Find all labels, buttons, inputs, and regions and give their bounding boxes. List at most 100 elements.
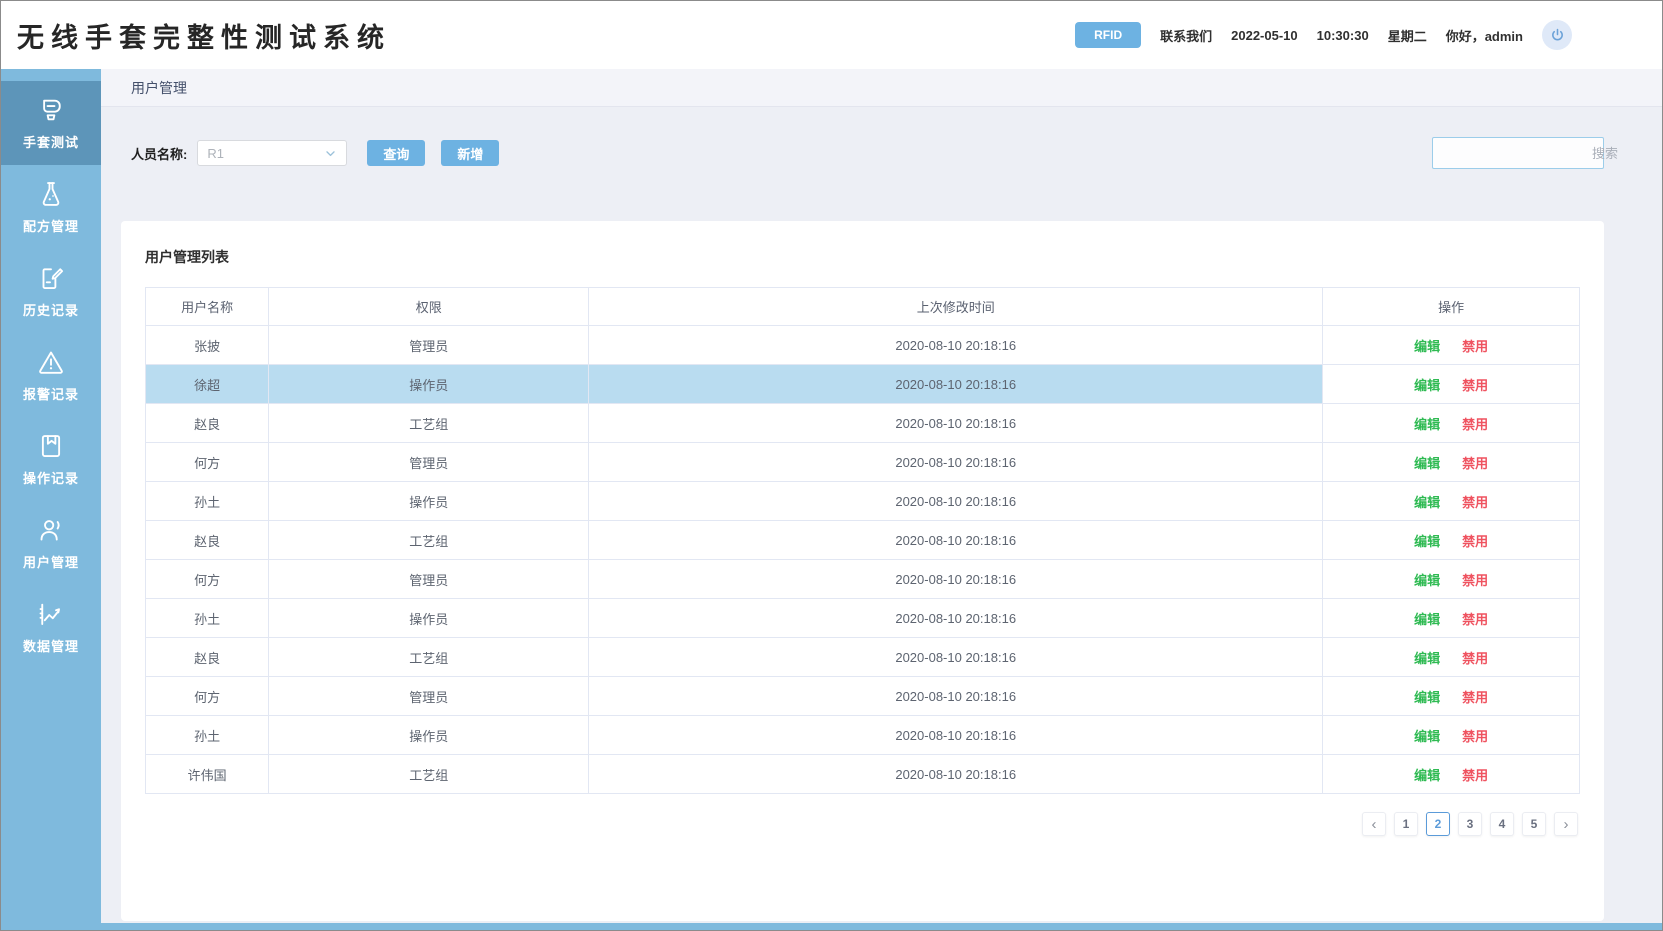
- table-header-row: 用户名称 权限 上次修改时间 操作: [146, 288, 1580, 326]
- edit-link[interactable]: 编辑: [1414, 495, 1440, 510]
- cell-modified: 2020-08-10 20:18:16: [589, 599, 1323, 638]
- disable-link[interactable]: 禁用: [1462, 456, 1488, 471]
- disable-link[interactable]: 禁用: [1462, 495, 1488, 510]
- line-chart-icon: [35, 599, 67, 629]
- header-greeting: 你好，admin: [1446, 26, 1523, 45]
- person-name-label: 人员名称:: [131, 144, 187, 163]
- disable-link[interactable]: 禁用: [1462, 378, 1488, 393]
- header-date: 2022-05-10: [1231, 28, 1298, 43]
- user-table: 用户名称 权限 上次修改时间 操作 张披管理员2020-08-10 20:18:…: [145, 287, 1580, 794]
- search-input[interactable]: [1442, 146, 1618, 161]
- sidebar-item-label: 数据管理: [23, 636, 79, 655]
- cell-actions: 编辑 禁用: [1323, 443, 1580, 482]
- cell-modified: 2020-08-10 20:18:16: [589, 716, 1323, 755]
- cell-username: 徐超: [146, 365, 269, 404]
- cell-modified: 2020-08-10 20:18:16: [589, 521, 1323, 560]
- sidebar-item-alarm-log[interactable]: 报警记录: [1, 333, 101, 417]
- table-row[interactable]: 何方管理员2020-08-10 20:18:16编辑禁用: [146, 677, 1580, 716]
- table-row[interactable]: 孙土操作员2020-08-10 20:18:16编辑禁用: [146, 482, 1580, 521]
- cell-actions: 编辑 禁用: [1323, 560, 1580, 599]
- filter-row: 人员名称: R1 查询 新增: [101, 107, 1662, 169]
- user-icon: [35, 515, 67, 545]
- disable-link[interactable]: 禁用: [1462, 612, 1488, 627]
- edit-link[interactable]: 编辑: [1414, 651, 1440, 666]
- table-row[interactable]: 赵良工艺组2020-08-10 20:18:16编辑禁用: [146, 638, 1580, 677]
- person-name-select-value: R1: [207, 146, 224, 161]
- disable-link[interactable]: 禁用: [1462, 573, 1488, 588]
- edit-link[interactable]: 编辑: [1414, 456, 1440, 471]
- cell-modified: 2020-08-10 20:18:16: [589, 755, 1323, 794]
- sidebar-item-recipe-mgmt[interactable]: 配方管理: [1, 165, 101, 249]
- contact-us-link[interactable]: 联系我们: [1160, 26, 1212, 45]
- sidebar-item-glove-test[interactable]: 手套测试: [1, 81, 101, 165]
- sidebar: 手套测试 配方管理 历史记录 报警记录 操作记录 用户管理 数据管理: [1, 69, 101, 930]
- table-row[interactable]: 孙土操作员2020-08-10 20:18:16编辑禁用: [146, 599, 1580, 638]
- edit-link[interactable]: 编辑: [1414, 768, 1440, 783]
- edit-link[interactable]: 编辑: [1414, 378, 1440, 393]
- edit-link[interactable]: 编辑: [1414, 417, 1440, 432]
- page-button-4[interactable]: 4: [1490, 812, 1514, 836]
- cell-permission: 管理员: [269, 560, 589, 599]
- table-row[interactable]: 赵良工艺组2020-08-10 20:18:16编辑禁用: [146, 404, 1580, 443]
- horizontal-scrollbar[interactable]: [101, 923, 1662, 930]
- cell-username: 赵良: [146, 404, 269, 443]
- sidebar-item-operation-log[interactable]: 操作记录: [1, 417, 101, 501]
- table-row[interactable]: 孙土操作员2020-08-10 20:18:16编辑禁用: [146, 716, 1580, 755]
- page-button-3[interactable]: 3: [1458, 812, 1482, 836]
- sidebar-item-history-log[interactable]: 历史记录: [1, 249, 101, 333]
- table-row[interactable]: 何方管理员2020-08-10 20:18:16编辑禁用: [146, 443, 1580, 482]
- disable-link[interactable]: 禁用: [1462, 768, 1488, 783]
- edit-link[interactable]: 编辑: [1414, 339, 1440, 354]
- add-button[interactable]: 新增: [441, 140, 499, 166]
- page-button-1[interactable]: 1: [1394, 812, 1418, 836]
- table-row[interactable]: 许伟国工艺组2020-08-10 20:18:16编辑禁用: [146, 755, 1580, 794]
- query-button[interactable]: 查询: [367, 140, 425, 166]
- glove-icon: [35, 95, 67, 125]
- header-right-cluster: RFID 联系我们 2022-05-10 10:30:30 星期二 你好，adm…: [1075, 20, 1572, 50]
- app-window: 无线手套完整性测试系统 RFID 联系我们 2022-05-10 10:30:3…: [0, 0, 1663, 931]
- sidebar-item-label: 手套测试: [23, 132, 79, 151]
- disable-link[interactable]: 禁用: [1462, 339, 1488, 354]
- sidebar-item-user-mgmt[interactable]: 用户管理: [1, 501, 101, 585]
- cell-actions: 编辑 禁用: [1323, 716, 1580, 755]
- cell-permission: 工艺组: [269, 755, 589, 794]
- sidebar-item-label: 用户管理: [23, 552, 79, 571]
- cell-actions: 编辑 禁用: [1323, 365, 1580, 404]
- pagination: ‹ 12345 ›: [145, 812, 1578, 862]
- cell-actions: 编辑 禁用: [1323, 599, 1580, 638]
- cell-username: 孙土: [146, 482, 269, 521]
- disable-link[interactable]: 禁用: [1462, 417, 1488, 432]
- disable-link[interactable]: 禁用: [1462, 651, 1488, 666]
- person-name-select[interactable]: R1: [197, 140, 347, 166]
- disable-link[interactable]: 禁用: [1462, 729, 1488, 744]
- table-row[interactable]: 赵良工艺组2020-08-10 20:18:16编辑禁用: [146, 521, 1580, 560]
- edit-link[interactable]: 编辑: [1414, 729, 1440, 744]
- flask-icon: [35, 179, 67, 209]
- edit-link[interactable]: 编辑: [1414, 534, 1440, 549]
- page-button-5[interactable]: 5: [1522, 812, 1546, 836]
- sidebar-item-data-mgmt[interactable]: 数据管理: [1, 585, 101, 669]
- page-prev-button[interactable]: ‹: [1362, 812, 1386, 836]
- cell-permission: 工艺组: [269, 404, 589, 443]
- table-row[interactable]: 何方管理员2020-08-10 20:18:16编辑禁用: [146, 560, 1580, 599]
- sidebar-item-label: 报警记录: [23, 384, 79, 403]
- cell-actions: 编辑 禁用: [1323, 677, 1580, 716]
- document-pencil-icon: [35, 263, 67, 293]
- disable-link[interactable]: 禁用: [1462, 690, 1488, 705]
- table-row[interactable]: 张披管理员2020-08-10 20:18:16编辑禁用: [146, 326, 1580, 365]
- disable-link[interactable]: 禁用: [1462, 534, 1488, 549]
- rfid-button[interactable]: RFID: [1075, 22, 1141, 48]
- chevron-down-icon: [324, 147, 337, 160]
- page-next-button[interactable]: ›: [1554, 812, 1578, 836]
- sidebar-item-label: 操作记录: [23, 468, 79, 487]
- cell-actions: 编辑 禁用: [1323, 638, 1580, 677]
- logout-power-button[interactable]: [1542, 20, 1572, 50]
- cell-permission: 操作员: [269, 482, 589, 521]
- edit-link[interactable]: 编辑: [1414, 573, 1440, 588]
- edit-link[interactable]: 编辑: [1414, 612, 1440, 627]
- page-button-2[interactable]: 2: [1426, 812, 1450, 836]
- cell-modified: 2020-08-10 20:18:16: [589, 560, 1323, 599]
- edit-link[interactable]: 编辑: [1414, 690, 1440, 705]
- body-row: 手套测试 配方管理 历史记录 报警记录 操作记录 用户管理 数据管理 用户管理 …: [1, 69, 1662, 930]
- table-row[interactable]: 徐超操作员2020-08-10 20:18:16编辑禁用: [146, 365, 1580, 404]
